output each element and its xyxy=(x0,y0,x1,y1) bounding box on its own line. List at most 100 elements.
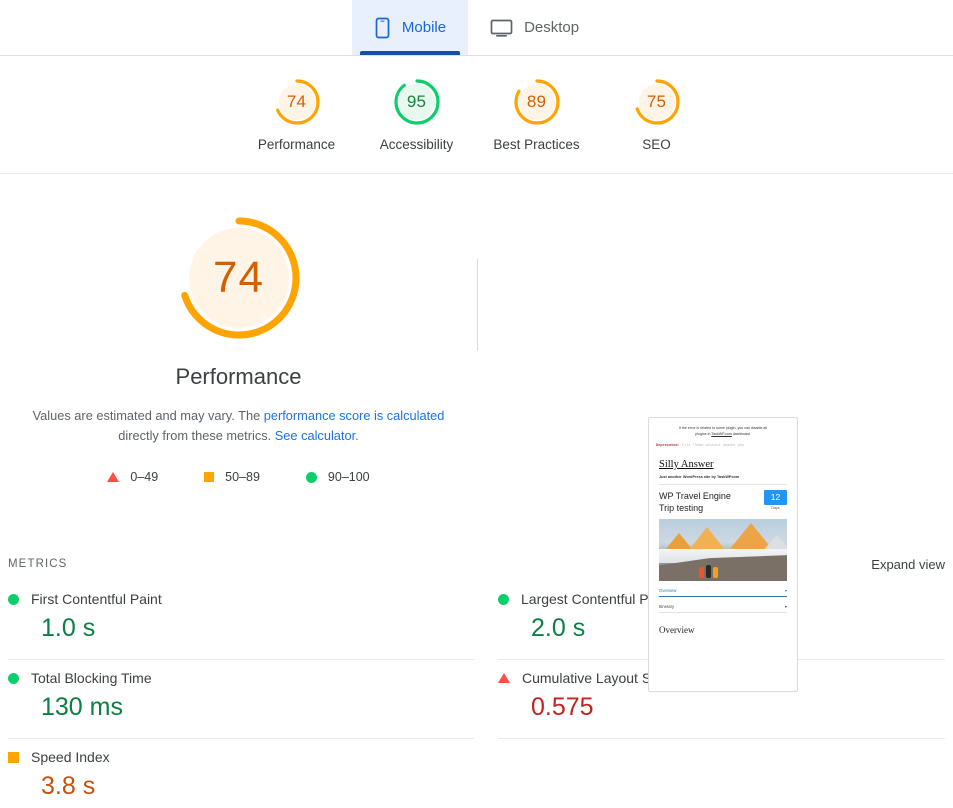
metrics-title: METRICS xyxy=(8,558,68,570)
climber-figure xyxy=(699,567,704,578)
legend-item-good: 90–100 xyxy=(305,470,370,484)
screenshot-accordion-overview: Overview ▾ xyxy=(659,588,787,596)
page-screenshot-thumbnail[interactable]: If the error is related to some plugin, … xyxy=(648,417,798,692)
tab-mobile-label: Mobile xyxy=(401,19,447,36)
category-score-performance[interactable]: 74 Performance xyxy=(237,78,357,152)
accordion-underline-active xyxy=(659,596,787,597)
deprecated-text: File Theme without header.php xyxy=(681,444,745,448)
performance-score-panel: 74 Performance Values are estimated and … xyxy=(0,174,477,484)
gauge-value-best-practices: 89 xyxy=(526,91,547,111)
link-score-calculated[interactable]: performance score is calculated xyxy=(264,408,445,423)
screenshot-warning-text: If the error is related to some plugin, … xyxy=(649,418,797,440)
screenshot-frame: If the error is related to some plugin, … xyxy=(648,417,798,692)
gauge-value-seo: 75 xyxy=(646,91,667,111)
metric-value: 130 ms xyxy=(41,693,123,721)
gauge-ring-seo: 75 xyxy=(633,78,681,126)
gauge-ring-best-practices: 89 xyxy=(513,78,561,126)
climber-figure xyxy=(706,565,711,578)
performance-overview: 74 Performance Values are estimated and … xyxy=(0,174,953,692)
disclaimer-text-2: directly from these metrics. xyxy=(118,428,275,443)
gauge-ring-accessibility: 95 xyxy=(393,78,441,126)
screenshot-accordion-itinerary: Itinerary ▾ xyxy=(659,604,787,612)
gauge-label-performance: Performance xyxy=(257,136,336,152)
category-score-seo[interactable]: 75 SEO xyxy=(597,78,717,152)
metrics-grid: First Contentful Paint 1.0 s Largest Con… xyxy=(0,581,953,808)
gauge-label-best-practices: Best Practices xyxy=(493,136,580,152)
performance-gauge-value: 74 xyxy=(213,253,264,302)
metric-value: 0.575 xyxy=(531,693,594,721)
gauge-label-accessibility: Accessibility xyxy=(379,136,454,152)
category-score-best-practices[interactable]: 89 Best Practices xyxy=(477,78,597,152)
badge-value: 12 xyxy=(764,490,787,505)
gauge-ring-performance: 74 xyxy=(273,78,321,126)
status-good-icon xyxy=(8,593,19,605)
metric-first-contentful-paint[interactable]: First Contentful Paint 1.0 s xyxy=(8,581,474,660)
screenshot-hero-image xyxy=(659,519,787,581)
screenshot-duration-badge: 12 Days xyxy=(764,490,787,510)
legend-item-poor: 0–49 xyxy=(107,470,158,484)
tab-desktop-label: Desktop xyxy=(524,19,580,36)
metric-value: 1.0 s xyxy=(41,614,96,642)
square-icon xyxy=(204,472,215,482)
warning-link: TaskWP.com xyxy=(711,432,732,436)
legend-item-average: 50–89 xyxy=(204,470,260,484)
mobile-icon xyxy=(374,17,391,39)
metric-header: Speed Index xyxy=(8,749,474,765)
category-score-accessibility[interactable]: 95 Accessibility xyxy=(357,78,477,152)
screenshot-tagline: Just another WordPress site by TaskWPcom xyxy=(659,475,740,479)
legend-range-poor: 0–49 xyxy=(130,470,159,484)
gauge-value-accessibility: 95 xyxy=(406,91,427,111)
accordion-open-label: Overview xyxy=(659,588,677,593)
metric-value: 3.8 s xyxy=(41,772,96,800)
metric-name: Speed Index xyxy=(31,749,110,765)
status-average-icon xyxy=(8,751,19,763)
triangle-icon xyxy=(107,472,120,482)
circle-icon xyxy=(305,471,317,483)
climber-figure xyxy=(713,567,718,578)
accordion-closed-label: Itinerary xyxy=(659,604,675,609)
badge-label: Days xyxy=(771,506,780,510)
warning-line-2-post: dashboard. xyxy=(731,432,751,436)
metric-name: Total Blocking Time xyxy=(31,670,152,686)
performance-caption: Performance xyxy=(175,364,302,389)
disclaimer-text-3: . xyxy=(355,428,359,443)
desktop-icon xyxy=(490,18,513,38)
screenshot-site-title: Silly Answer xyxy=(659,459,714,470)
performance-disclaimer: Values are estimated and may vary. The p… xyxy=(24,406,454,446)
category-score-strip: 74 Performance 95 Accessibility 89 Best … xyxy=(0,56,953,174)
screenshot-rule xyxy=(659,484,787,485)
gauge-label-seo: SEO xyxy=(642,136,671,152)
screenshot-deprecated-notice: Deprecated: File Theme without header.ph… xyxy=(649,440,797,455)
legend-range-average: 50–89 xyxy=(225,470,260,484)
accordion-underline xyxy=(659,612,787,613)
tab-desktop[interactable]: Desktop xyxy=(468,0,601,55)
screenshot-section-heading: Overview xyxy=(659,625,695,635)
status-good-icon xyxy=(498,593,509,605)
expand-view-button[interactable]: Expand view xyxy=(871,557,945,572)
status-poor-icon xyxy=(498,673,510,683)
deprecated-label: Deprecated: xyxy=(656,444,680,448)
metric-speed-index[interactable]: Speed Index 3.8 s xyxy=(8,739,474,808)
chevron-up-icon: ▾ xyxy=(784,588,787,593)
metric-name: First Contentful Paint xyxy=(31,591,162,607)
chevron-down-icon: ▾ xyxy=(784,604,787,609)
metric-total-blocking-time[interactable]: Total Blocking Time 130 ms xyxy=(8,660,474,739)
product-line-2: Trip testing xyxy=(659,503,704,513)
warning-line-2-pre: plugins in xyxy=(695,432,712,436)
legend-range-good: 90–100 xyxy=(327,470,370,484)
metric-header: First Contentful Paint xyxy=(8,591,474,607)
device-tab-bar: Mobile Desktop xyxy=(0,0,953,56)
link-see-calculator[interactable]: See calculator xyxy=(275,428,355,443)
warning-line-1: If the error is related to some plugin, … xyxy=(678,426,768,430)
product-line-1: WP Travel Engine xyxy=(659,491,731,501)
disclaimer-text-1: Values are estimated and may vary. The xyxy=(32,408,264,423)
gauge-value-performance: 74 xyxy=(286,91,307,111)
metric-empty-slot xyxy=(498,739,945,808)
metrics-header: METRICS Expand view xyxy=(0,547,953,581)
panel-divider xyxy=(477,259,478,351)
performance-gauge: 74 xyxy=(175,214,303,342)
metric-header: Total Blocking Time xyxy=(8,670,474,686)
status-good-icon xyxy=(8,672,19,684)
tab-mobile[interactable]: Mobile xyxy=(351,0,469,55)
score-legend: 0–49 50–89 90–100 xyxy=(107,470,370,484)
